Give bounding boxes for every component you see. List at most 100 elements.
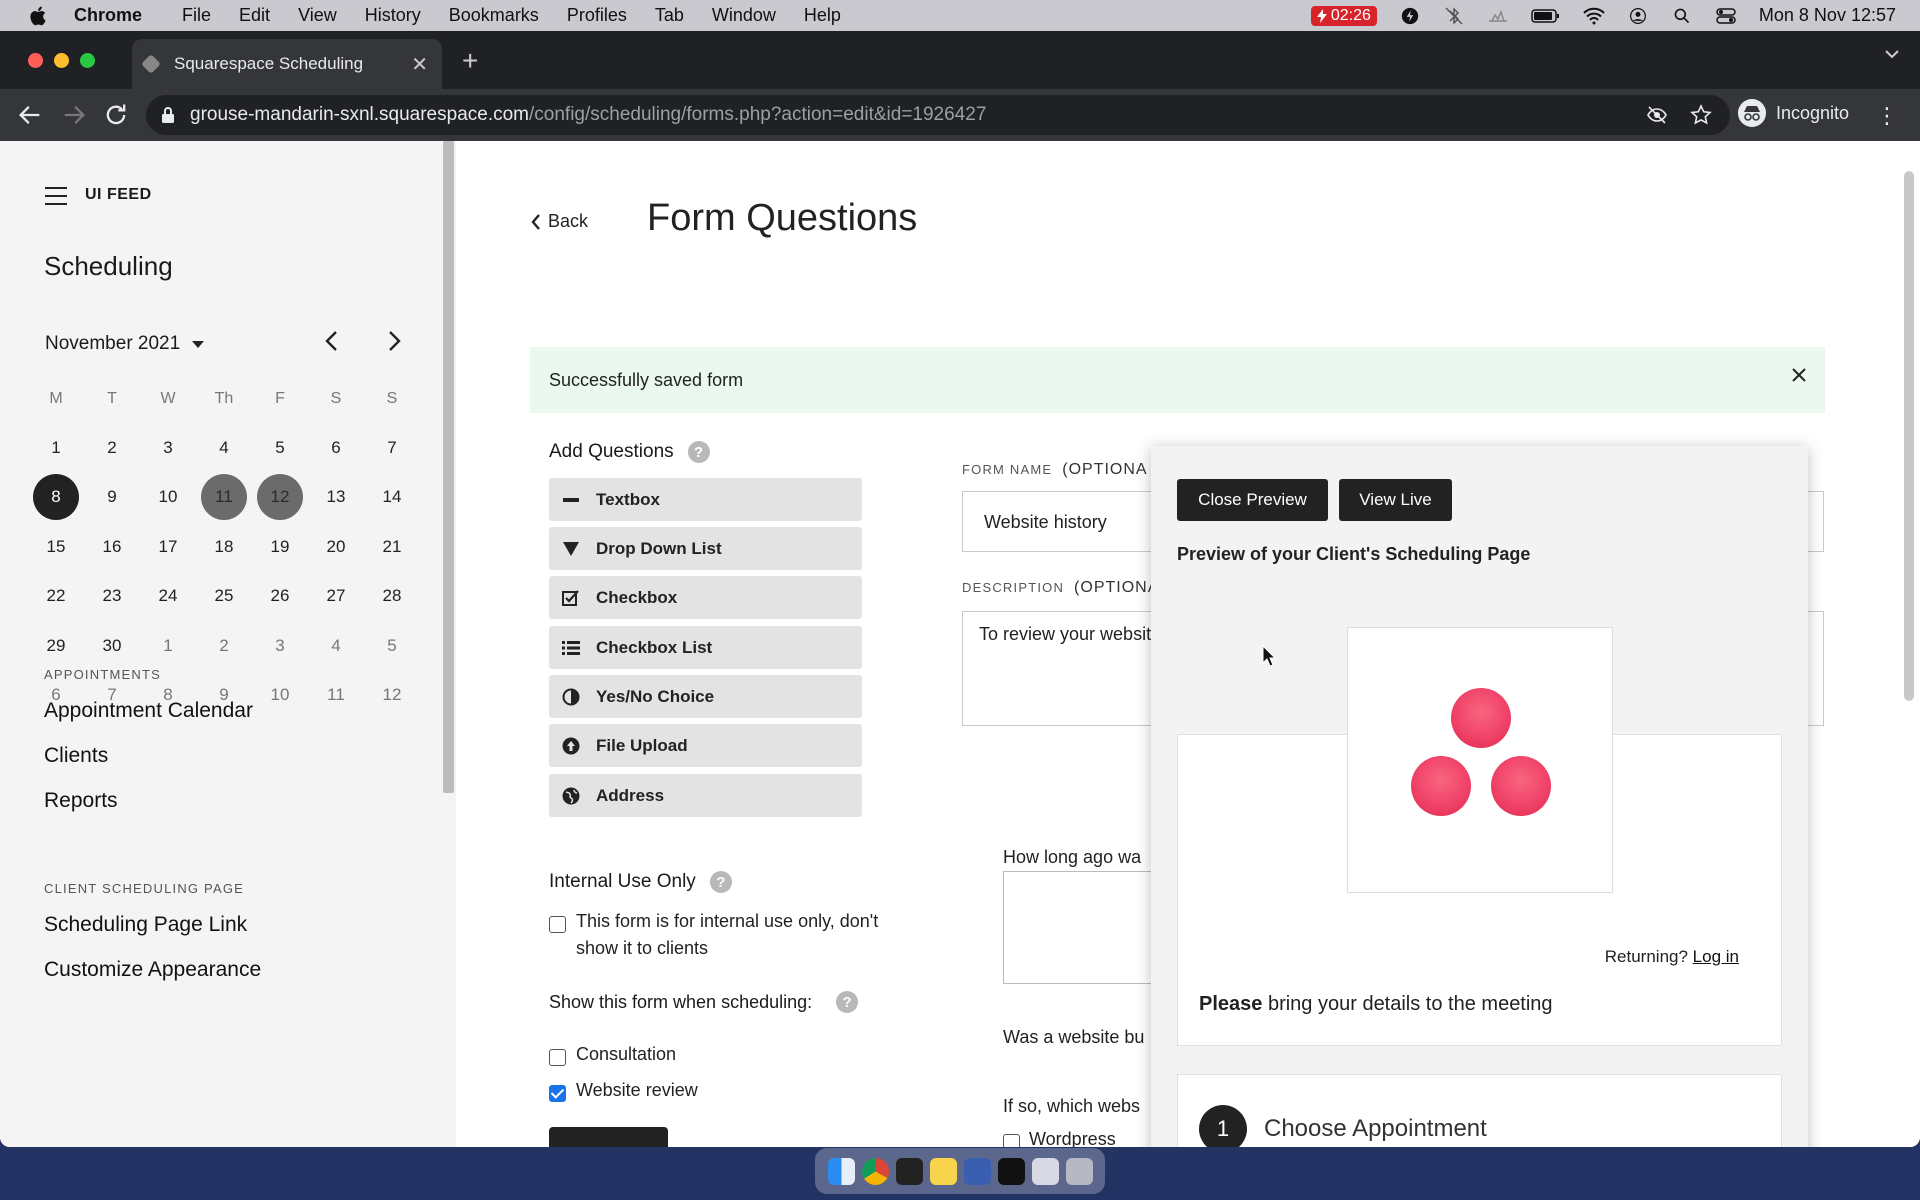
menu-chrome[interactable]: Chrome <box>74 5 142 26</box>
bluetooth-off-icon[interactable] <box>1443 6 1465 25</box>
window-minimize-button[interactable] <box>54 53 69 68</box>
calendar-day[interactable]: 1 <box>28 425 84 471</box>
bookmark-star-icon[interactable] <box>1690 104 1712 126</box>
menu-window[interactable]: Window <box>712 5 776 26</box>
calendar-day[interactable]: 11 <box>196 474 252 521</box>
calendar-day[interactable]: 8 <box>28 474 84 521</box>
calendar-day[interactable]: 1 <box>140 623 196 669</box>
menu-bookmarks[interactable]: Bookmarks <box>449 5 539 26</box>
calendar-day[interactable]: 17 <box>140 524 196 570</box>
add-checkbox-list-button[interactable]: Checkbox List <box>549 626 862 669</box>
calendar-day[interactable]: 5 <box>364 623 420 669</box>
notes-icon[interactable] <box>929 1157 957 1185</box>
menu-profiles[interactable]: Profiles <box>567 5 627 26</box>
back-arrow-icon[interactable] <box>16 101 44 129</box>
address-bar[interactable]: grouse-mandarin-sxnl.squarespace.com/con… <box>146 95 1730 135</box>
help-icon[interactable]: ? <box>687 441 710 463</box>
calendar-day[interactable]: 30 <box>84 623 140 669</box>
calendar-day[interactable]: 10 <box>140 474 196 520</box>
add-address-button[interactable]: Address <box>549 774 862 817</box>
internal-use-checkbox[interactable] <box>549 916 566 933</box>
calendar-day[interactable]: 23 <box>84 573 140 619</box>
reload-icon[interactable] <box>102 101 130 129</box>
calendar-day[interactable]: 4 <box>308 623 364 669</box>
tab-close-icon[interactable]: ✕ <box>411 52 428 77</box>
trash-icon[interactable] <box>1065 1157 1093 1185</box>
website-review-checkbox[interactable] <box>549 1085 566 1102</box>
lock-icon[interactable] <box>160 106 176 124</box>
calendar-day[interactable]: 21 <box>364 524 420 570</box>
toast-close-icon[interactable] <box>1791 367 1807 383</box>
close-preview-button[interactable]: Close Preview <box>1177 479 1328 521</box>
month-selector[interactable]: November 2021 <box>45 333 205 355</box>
question-answer-box[interactable] <box>1003 871 1163 984</box>
chrome-menu-icon[interactable]: ⋮ <box>1876 103 1898 129</box>
sidebar-link-appointment-calendar[interactable]: Appointment Calendar <box>44 699 253 723</box>
control-center-icon[interactable] <box>1715 7 1737 25</box>
finder-icon[interactable] <box>827 1157 855 1185</box>
menu-file[interactable]: File <box>182 5 211 26</box>
calendar-day[interactable]: 10 <box>252 672 308 718</box>
menu-help[interactable]: Help <box>804 5 841 26</box>
view-live-button[interactable]: View Live <box>1339 479 1452 521</box>
login-link[interactable]: Log in <box>1693 947 1739 966</box>
add-dropdown-button[interactable]: Drop Down List <box>549 527 862 570</box>
calendar-day[interactable]: 3 <box>140 425 196 471</box>
calendar-day[interactable]: 18 <box>196 524 252 570</box>
calendar-day[interactable]: 22 <box>28 573 84 619</box>
lightning-app-icon[interactable] <box>1399 7 1421 25</box>
new-tab-icon[interactable]: + <box>462 45 478 77</box>
menu-tab[interactable]: Tab <box>655 5 684 26</box>
sidebar-link-clients[interactable]: Clients <box>44 744 108 768</box>
browser-tab-active[interactable]: Squarespace Scheduling ✕ <box>132 39 442 89</box>
sidebar-scrollbar[interactable] <box>443 141 454 793</box>
calendar-day[interactable]: 3 <box>252 623 308 669</box>
menu-edit[interactable]: Edit <box>239 5 270 26</box>
window-zoom-button[interactable] <box>80 53 95 68</box>
calendar-day[interactable]: 20 <box>308 524 364 570</box>
calendar-day[interactable]: 15 <box>28 524 84 570</box>
network-icon[interactable] <box>1487 7 1509 25</box>
calendar-day[interactable]: 27 <box>308 573 364 619</box>
window-close-button[interactable] <box>28 53 43 68</box>
chrome-icon[interactable] <box>861 1157 889 1185</box>
screen-recorder-icon[interactable] <box>997 1157 1025 1185</box>
battery-status[interactable]: 02:26 <box>1310 5 1377 26</box>
calendar-prev-icon[interactable] <box>322 329 342 353</box>
save-button[interactable] <box>549 1127 668 1147</box>
calendar-day[interactable]: 2 <box>196 623 252 669</box>
menu-history[interactable]: History <box>365 5 421 26</box>
spotlight-search-icon[interactable] <box>1671 7 1693 25</box>
calendar-day[interactable]: 12 <box>252 474 308 521</box>
add-file-upload-button[interactable]: File Upload <box>549 724 862 767</box>
calendar-day[interactable]: 11 <box>308 672 364 718</box>
help-icon[interactable]: ? <box>836 991 859 1013</box>
add-yes-no-button[interactable]: Yes/No Choice <box>549 675 862 718</box>
calendar-day[interactable]: 9 <box>84 474 140 520</box>
sidebar-link-scheduling-page-link[interactable]: Scheduling Page Link <box>44 913 247 937</box>
calendar-day[interactable]: 5 <box>252 425 308 471</box>
calendar-day[interactable]: 19 <box>252 524 308 570</box>
forward-arrow-icon[interactable] <box>60 101 88 129</box>
user-icon[interactable] <box>1627 7 1649 25</box>
sidebar-link-customize-appearance[interactable]: Customize Appearance <box>44 958 261 982</box>
wifi-icon[interactable] <box>1583 7 1605 25</box>
lightning-app-icon[interactable] <box>963 1157 991 1185</box>
calendar-next-icon[interactable] <box>384 329 404 353</box>
calendar-day[interactable]: 13 <box>308 474 364 520</box>
sidebar-brand[interactable]: UI FEED <box>85 186 152 204</box>
menu-view[interactable]: View <box>298 5 337 26</box>
calendar-day[interactable]: 25 <box>196 573 252 619</box>
calendar-day[interactable]: 12 <box>364 672 420 718</box>
calendar-day[interactable]: 16 <box>84 524 140 570</box>
calendar-day[interactable]: 29 <box>28 623 84 669</box>
menubar-clock[interactable]: Mon 8 Nov 12:57 <box>1759 5 1896 26</box>
gallery-icon[interactable] <box>1031 1157 1059 1185</box>
calendar-day[interactable]: 26 <box>252 573 308 619</box>
calendar-day[interactable]: 24 <box>140 573 196 619</box>
add-textbox-button[interactable]: Textbox <box>549 478 862 521</box>
calendar-day[interactable]: 7 <box>364 425 420 471</box>
add-checkbox-button[interactable]: Checkbox <box>549 576 862 619</box>
calendar-day[interactable]: 28 <box>364 573 420 619</box>
tab-search-chevron-icon[interactable] <box>1884 49 1900 59</box>
